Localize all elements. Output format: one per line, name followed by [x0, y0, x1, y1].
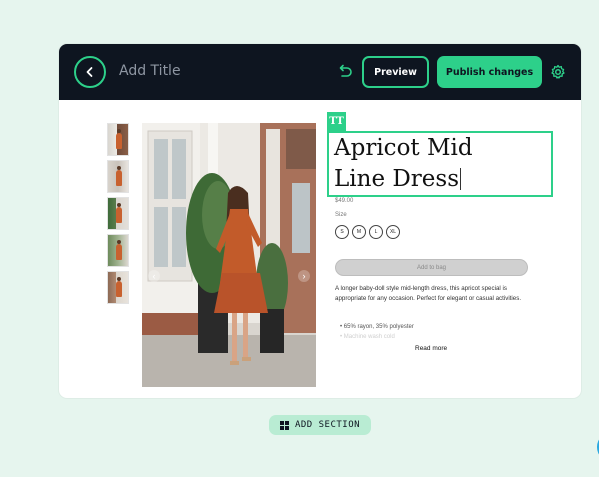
thumbnail-5[interactable]	[107, 271, 129, 304]
product-price: $49.00	[335, 198, 354, 204]
undo-icon[interactable]	[336, 63, 354, 81]
gear-icon[interactable]	[550, 64, 566, 80]
add-section-button[interactable]: ADD SECTION	[269, 415, 371, 435]
size-option-s[interactable]: S	[335, 225, 349, 239]
product-main-image: ‹ ›	[142, 123, 316, 387]
carousel-next-button[interactable]: ›	[298, 270, 310, 282]
chevron-left-icon	[86, 67, 93, 77]
thumbnail-1[interactable]	[107, 123, 129, 156]
size-label: Size	[335, 212, 347, 218]
thumbnail-strip	[107, 123, 129, 308]
product-description: A longer baby-doll style mid-length dres…	[335, 285, 522, 302]
size-option-xl[interactable]: XL	[386, 225, 400, 239]
product-title-line-2-text: Line Dress	[334, 166, 460, 192]
product-details-list: 65% rayon, 35% polyester Machine wash co…	[340, 322, 414, 342]
editor-topbar: Add Title Preview Publish changes	[59, 44, 581, 100]
thumbnail-3[interactable]	[107, 197, 129, 230]
product-photo-illustration	[142, 123, 316, 387]
detail-item: 65% rayon, 35% polyester	[340, 322, 414, 332]
product-title-line-2: Line Dress	[334, 164, 551, 195]
thumbnail-2[interactable]	[107, 160, 129, 193]
publish-changes-button[interactable]: Publish changes	[437, 56, 542, 88]
size-option-l[interactable]: L	[369, 225, 383, 239]
carousel-prev-button[interactable]: ‹	[148, 270, 160, 282]
add-to-bag-button[interactable]: Add to bag	[335, 259, 528, 276]
read-more-link[interactable]: Read more	[415, 345, 447, 352]
text-caret	[460, 168, 462, 190]
grid-icon	[279, 420, 289, 430]
back-button[interactable]	[74, 56, 106, 88]
preview-button[interactable]: Preview	[362, 56, 429, 88]
product-title-line-1: Apricot Mid	[334, 135, 473, 161]
size-option-m[interactable]: M	[352, 225, 366, 239]
detail-item: Machine wash cold	[340, 332, 414, 342]
product-title-editor[interactable]: Apricot Mid Line Dress	[327, 131, 553, 197]
text-tool-icon[interactable]: TT	[327, 112, 346, 131]
add-section-label: ADD SECTION	[294, 420, 361, 430]
editor-card: Add Title Preview Publish changes ‹ › TT…	[59, 44, 581, 398]
size-options: S M L XL	[335, 225, 400, 239]
page-title-input[interactable]: Add Title	[119, 63, 181, 83]
thumbnail-4[interactable]	[107, 234, 129, 267]
